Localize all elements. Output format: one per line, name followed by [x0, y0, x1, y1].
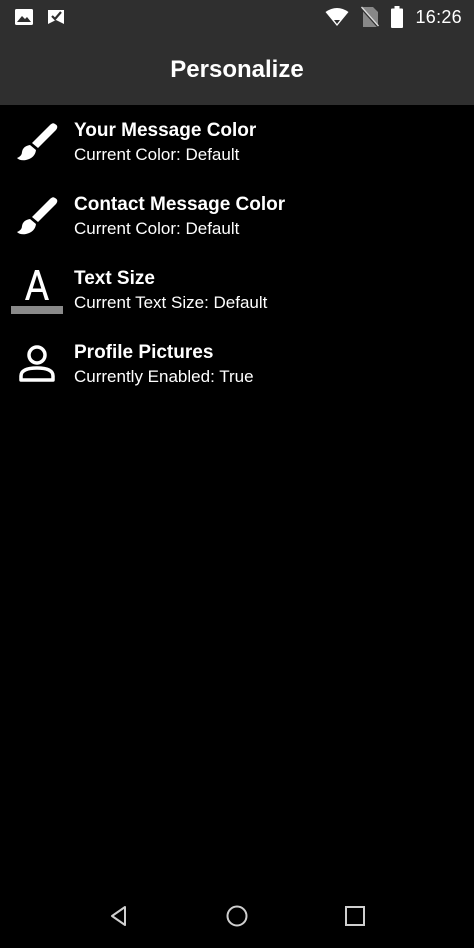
- nav-bar: [0, 884, 474, 948]
- app-bar: Personalize: [0, 34, 474, 105]
- setting-title: Contact Message Color: [74, 193, 286, 215]
- app-notification-icon: [46, 7, 66, 27]
- setting-contact-message-color[interactable]: Contact Message Color Current Color: Def…: [0, 179, 474, 253]
- setting-title: Text Size: [74, 267, 155, 289]
- recents-icon[interactable]: [335, 896, 375, 936]
- setting-profile-pictures[interactable]: Profile Pictures Currently Enabled: True: [0, 327, 474, 401]
- page-title: Personalize: [170, 55, 304, 83]
- status-time: 16:26: [415, 6, 462, 27]
- setting-title: Your Message Color: [74, 119, 257, 141]
- setting-text-size[interactable]: Text Size Current Text Size: Default: [0, 253, 474, 327]
- setting-subtitle: Current Color: Default: [74, 218, 240, 238]
- setting-subtitle: Current Text Size: Default: [74, 292, 268, 312]
- screen: 16:26 Personalize Your Message Color Cur…: [0, 0, 474, 948]
- settings-list: Your Message Color Current Color: Defaul…: [0, 105, 474, 401]
- paint-brush-icon: [10, 189, 64, 243]
- image-icon: [14, 8, 34, 26]
- setting-title: Profile Pictures: [74, 341, 214, 363]
- text-size-icon: [10, 263, 64, 317]
- status-right: 16:26: [325, 6, 462, 28]
- status-bar: 16:26: [0, 0, 474, 34]
- home-icon[interactable]: [217, 896, 257, 936]
- paint-brush-icon: [10, 115, 64, 169]
- setting-text: Text Size Current Text Size: Default: [74, 266, 267, 315]
- setting-text: Contact Message Color Current Color: Def…: [74, 192, 285, 241]
- wifi-icon: [325, 7, 349, 27]
- battery-icon: [391, 6, 404, 28]
- setting-subtitle: Currently Enabled: True: [74, 366, 254, 386]
- status-left: [14, 7, 66, 27]
- setting-text: Profile Pictures Currently Enabled: True: [74, 340, 254, 389]
- setting-text: Your Message Color Current Color: Defaul…: [74, 118, 256, 167]
- setting-your-message-color[interactable]: Your Message Color Current Color: Defaul…: [0, 105, 474, 179]
- no-sim-icon: [361, 6, 380, 28]
- person-icon: [10, 337, 64, 391]
- setting-subtitle: Current Color: Default: [74, 144, 240, 164]
- back-icon[interactable]: [99, 896, 139, 936]
